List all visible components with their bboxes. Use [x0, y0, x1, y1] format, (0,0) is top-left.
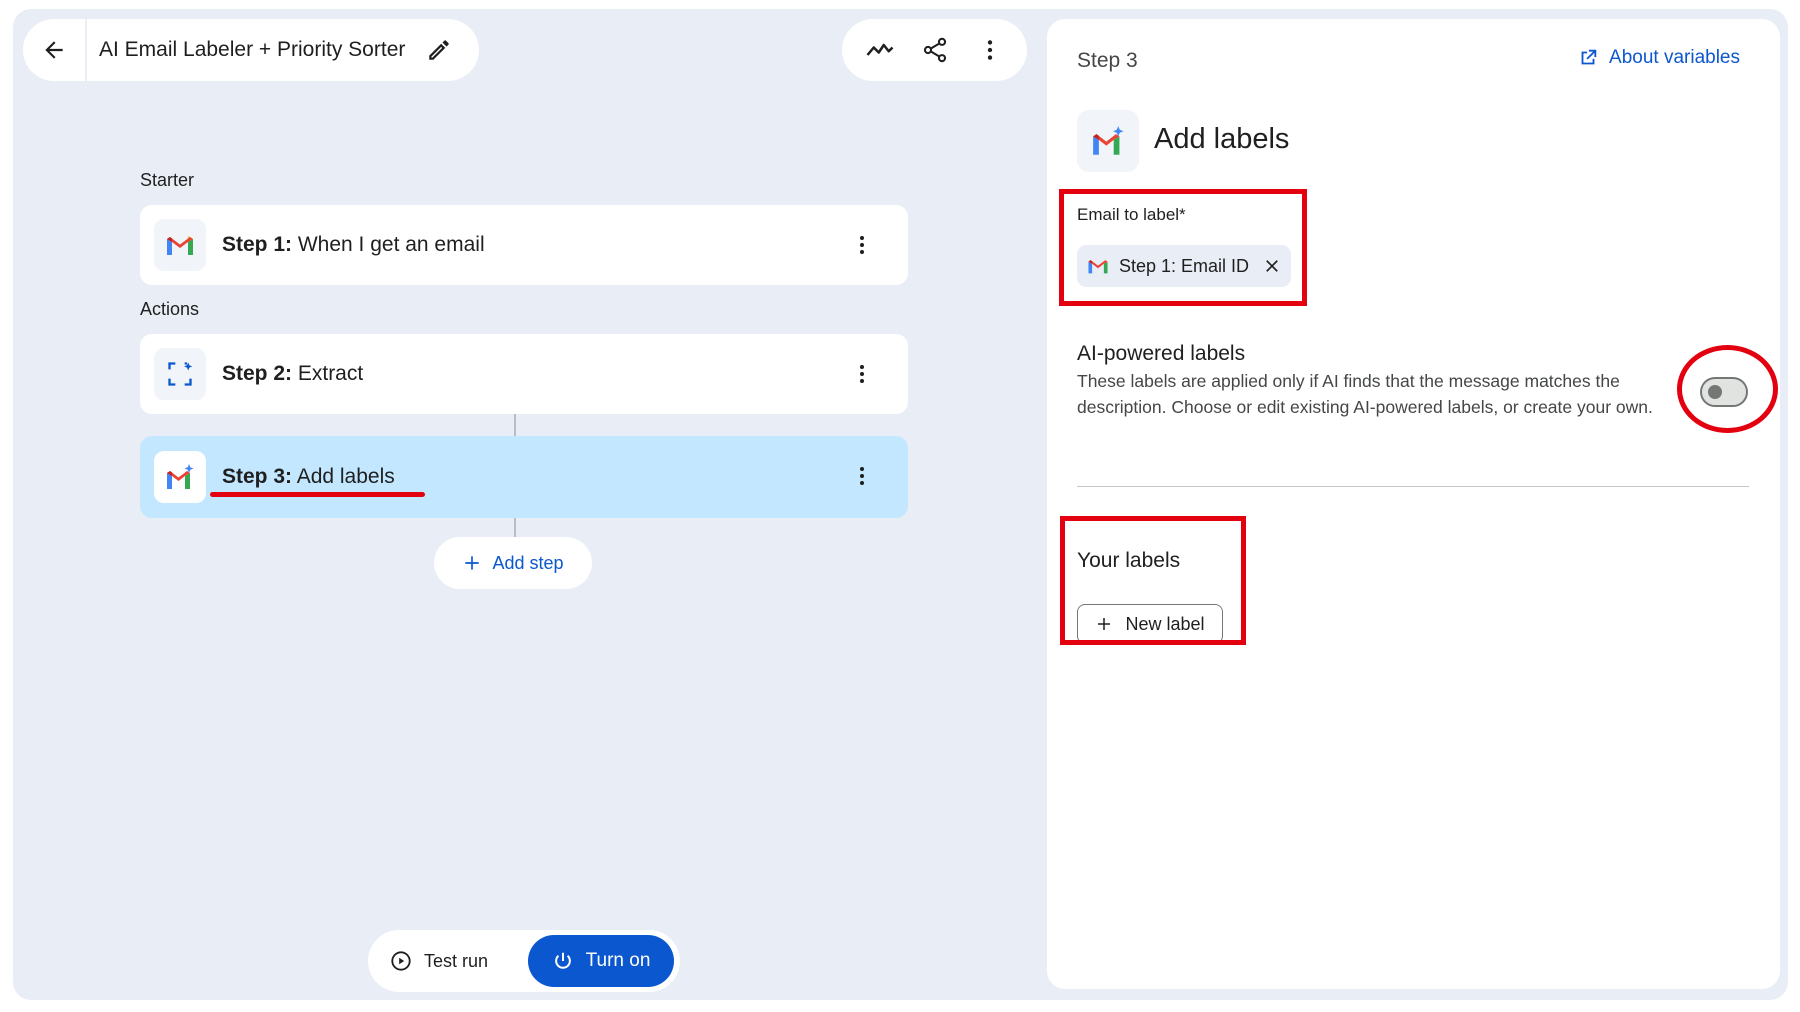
annotation-oval-toggle: [1677, 345, 1778, 433]
play-circle-icon: [391, 951, 411, 971]
power-icon: [554, 952, 571, 969]
test-run-label: Test run: [424, 950, 489, 971]
header-actions: [842, 19, 1027, 81]
panel-step-icon: [1077, 110, 1139, 172]
step-more-button[interactable]: [842, 225, 882, 265]
step-prefix: Step 3:: [222, 465, 293, 488]
ai-labels-description: These labels are applied only if AI find…: [1077, 371, 1653, 417]
annotation-underline: [210, 492, 425, 497]
turn-on-button[interactable]: Turn on: [528, 935, 674, 987]
test-run-button[interactable]: Test run: [390, 930, 488, 992]
step-name: When I get an email: [292, 233, 485, 256]
step-prefix: Step 2:: [222, 362, 293, 385]
section-divider: [1077, 486, 1749, 487]
extract-icon: [168, 362, 193, 386]
panel-heading: Add labels: [1154, 123, 1290, 155]
flow-title: AI Email Labeler + Priority Sorter: [99, 38, 406, 61]
step-connector: [514, 414, 516, 436]
add-step-label: Add step: [492, 552, 564, 573]
gmail-icon: [167, 236, 193, 255]
gmail-ai-icon: [167, 464, 194, 489]
about-variables-link[interactable]: About variables: [1577, 47, 1740, 69]
step-prefix: Step 1:: [222, 233, 293, 256]
gmail-ai-icon: [1093, 126, 1124, 155]
add-step-button[interactable]: Add step: [434, 537, 592, 589]
about-variables-label: About variables: [1609, 47, 1740, 68]
title-bar: AI Email Labeler + Priority Sorter: [23, 19, 479, 81]
annotation-box-your-labels: [1060, 516, 1246, 645]
step-connector: [514, 518, 516, 537]
actions-label: Actions: [140, 299, 200, 319]
more-vert-icon: [860, 467, 864, 485]
step-name: Add labels: [292, 465, 395, 488]
back-button[interactable]: [23, 19, 87, 81]
more-options-button[interactable]: [970, 30, 1010, 70]
back-arrow-icon: [45, 41, 63, 59]
step-card-1[interactable]: Step 1: When I get an email: [140, 205, 908, 285]
step-more-button[interactable]: [842, 354, 882, 394]
step-icon-container: [154, 451, 206, 503]
share-button[interactable]: [915, 30, 955, 70]
share-icon: [923, 37, 946, 63]
step-icon-container: [154, 348, 206, 400]
step-card-2[interactable]: Step 2: Extract: [140, 334, 908, 414]
activity-icon: [866, 43, 893, 56]
step-icon-container: [154, 219, 206, 271]
panel-step-label: Step 3: [1077, 49, 1138, 72]
ai-labels-title: AI-powered labels: [1077, 342, 1246, 365]
more-vert-icon: [860, 236, 864, 254]
bottom-action-bar: Test run Turn on: [368, 930, 680, 992]
open-external-icon: [1581, 49, 1597, 65]
plus-icon: [465, 556, 480, 570]
annotation-box-email-to-label: [1059, 189, 1307, 306]
pencil-icon: [429, 40, 450, 60]
more-vert-icon: [987, 40, 992, 60]
more-vert-icon: [860, 365, 864, 383]
step-detail-panel: Step 3 About variables Add labels Email …: [1047, 19, 1780, 989]
activity-button[interactable]: [860, 30, 900, 70]
step-more-button[interactable]: [842, 456, 882, 496]
starter-label: Starter: [140, 170, 195, 190]
step-card-3[interactable]: Step 3: Add labels: [140, 436, 908, 518]
edit-title-button[interactable]: [423, 34, 455, 66]
turn-on-label: Turn on: [585, 950, 651, 971]
step-name: Extract: [292, 362, 364, 385]
